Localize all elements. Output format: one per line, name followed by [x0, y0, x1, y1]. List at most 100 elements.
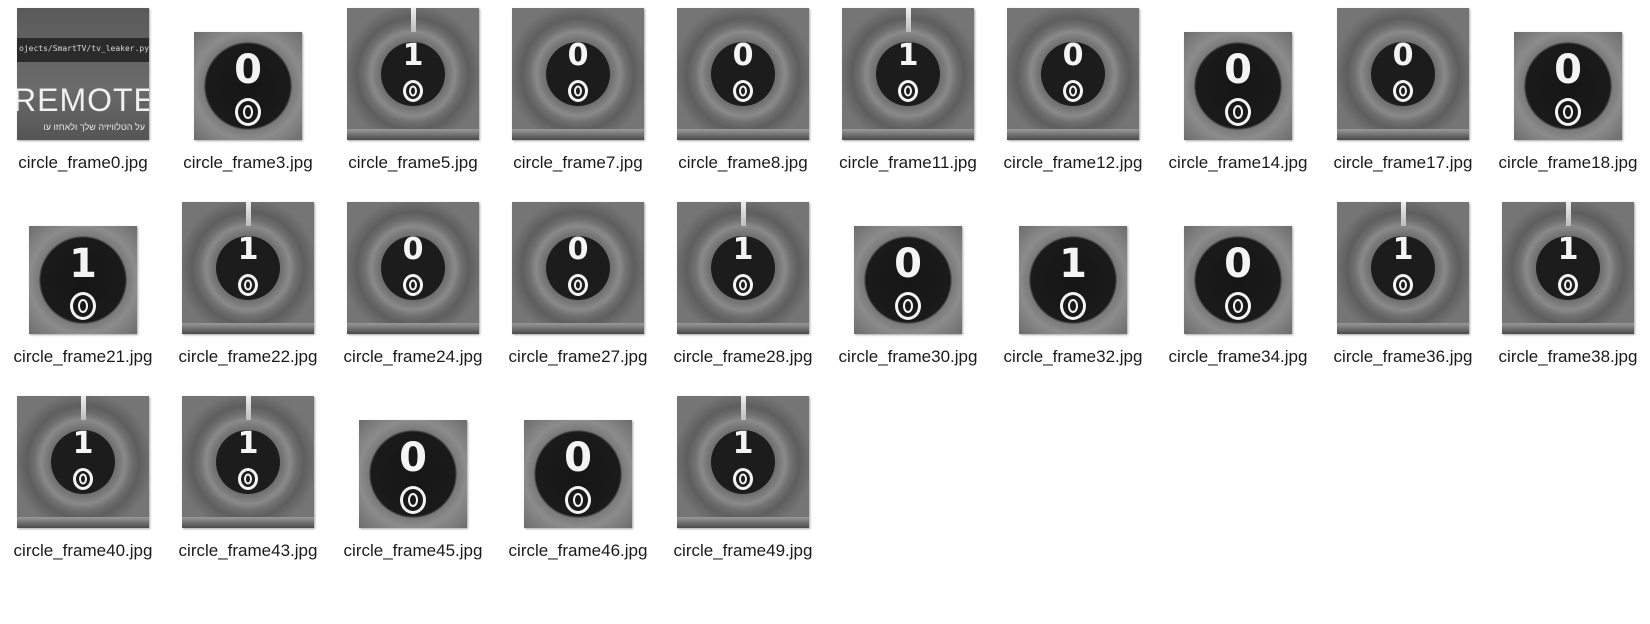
file-thumbnail: 0 — [1514, 32, 1622, 140]
file-name-label: circle_frame14.jpg — [1168, 153, 1308, 172]
remote-heading-text: REMOTE A — [17, 82, 149, 118]
thumbnail-frame: 1 — [168, 194, 328, 334]
spiral-icon — [73, 468, 93, 490]
dial-ring — [182, 396, 314, 528]
thumbnail-frame: 1 — [993, 194, 1153, 334]
file-name-label: circle_frame22.jpg — [178, 347, 318, 366]
file-thumbnail: 0 — [1337, 8, 1469, 140]
dial-base — [512, 323, 644, 334]
dial-base — [512, 129, 644, 140]
thumbnail-frame: 0 — [828, 194, 988, 334]
spiral-icon — [1225, 292, 1251, 320]
dial-digit: 1 — [402, 38, 424, 73]
spiral-icon — [403, 274, 423, 296]
thumbnail-frame: 0 — [1488, 0, 1648, 140]
spiral-icon — [565, 486, 591, 514]
dial-digit: 0 — [1224, 241, 1252, 287]
spiral-icon — [898, 80, 918, 102]
file-name-label: circle_frame27.jpg — [508, 347, 648, 366]
file-thumbnail: 1 — [677, 396, 809, 528]
file-item[interactable]: 0 circle_frame46.jpg — [498, 388, 658, 564]
file-item[interactable]: 1 circle_frame49.jpg — [663, 388, 823, 564]
file-item[interactable]: 0 circle_frame8.jpg — [663, 0, 823, 176]
file-name-label: circle_frame46.jpg — [508, 541, 648, 560]
file-item[interactable]: 0 circle_frame34.jpg — [1158, 194, 1318, 370]
file-item[interactable]: 0 circle_frame7.jpg — [498, 0, 658, 176]
dial-ring — [677, 202, 809, 334]
file-thumbnail: 0 — [194, 32, 302, 140]
dial-notch — [741, 202, 746, 226]
file-name-label: circle_frame18.jpg — [1498, 153, 1638, 172]
file-name-label: circle_frame12.jpg — [1003, 153, 1143, 172]
thumbnail-frame: 0 — [498, 388, 658, 528]
file-thumbnail: 0 — [347, 202, 479, 334]
thumbnail-frame: 1 — [168, 388, 328, 528]
dial-notch — [411, 8, 416, 32]
dial-notch — [246, 396, 251, 420]
dial-ring — [1337, 202, 1469, 334]
file-item[interactable]: 0 circle_frame27.jpg — [498, 194, 658, 370]
file-item[interactable]: 1 circle_frame11.jpg — [828, 0, 988, 176]
spiral-icon — [1393, 80, 1413, 102]
file-thumbnail: 1 — [347, 8, 479, 140]
dial-base — [1502, 323, 1634, 334]
dial-base — [1337, 129, 1469, 140]
file-item[interactable]: 1 circle_frame32.jpg — [993, 194, 1153, 370]
thumbnail-frame: 1 — [3, 194, 163, 334]
thumbnail-frame: 0 — [498, 0, 658, 140]
file-item[interactable]: 1 circle_frame21.jpg — [3, 194, 163, 370]
file-item[interactable]: 1 circle_frame5.jpg — [333, 0, 493, 176]
file-thumbnail: 0 — [1184, 32, 1292, 140]
thumbnail-frame: 0 — [993, 0, 1153, 140]
thumbnail-frame: 1 — [333, 0, 493, 140]
dial-ring — [17, 396, 149, 528]
file-name-label: circle_frame45.jpg — [343, 541, 483, 560]
file-item[interactable]: 1 circle_frame28.jpg — [663, 194, 823, 370]
thumbnail-frame: 1 — [663, 388, 823, 528]
file-item[interactable]: 0 circle_frame17.jpg — [1323, 0, 1483, 176]
file-thumbnail: 1 — [842, 8, 974, 140]
file-name-label: circle_frame5.jpg — [348, 153, 478, 172]
spiral-icon — [238, 274, 258, 296]
script-path-text: ojects/SmartTV/tv_leaker.py — [19, 44, 149, 53]
file-item[interactable]: 1 circle_frame22.jpg — [168, 194, 328, 370]
file-item[interactable]: 0 circle_frame14.jpg — [1158, 0, 1318, 176]
spiral-icon — [400, 486, 426, 514]
spiral-icon — [568, 274, 588, 296]
file-item[interactable]: 0 circle_frame12.jpg — [993, 0, 1153, 176]
thumbnail-frame: 0 — [498, 194, 658, 334]
file-thumbnail: 1 — [182, 396, 314, 528]
file-thumbnail: 0 — [1007, 8, 1139, 140]
dial-base — [347, 323, 479, 334]
dial-ring — [347, 8, 479, 140]
dial-digit: 0 — [402, 232, 424, 267]
file-grid: ojects/SmartTV/tv_leaker.py REMOTE A על הט… — [0, 0, 1650, 624]
file-item[interactable]: ojects/SmartTV/tv_leaker.py REMOTE A על הט… — [3, 0, 163, 176]
file-item[interactable]: 0 circle_frame30.jpg — [828, 194, 988, 370]
file-item[interactable]: 1 circle_frame38.jpg — [1488, 194, 1648, 370]
file-name-label: circle_frame21.jpg — [13, 347, 153, 366]
file-item[interactable]: 0 circle_frame3.jpg — [168, 0, 328, 176]
dial-ring — [1502, 202, 1634, 334]
thumbnail-frame: 0 — [1158, 0, 1318, 140]
file-item[interactable]: 0 circle_frame45.jpg — [333, 388, 493, 564]
thumbnail-frame: ojects/SmartTV/tv_leaker.py REMOTE A על הט… — [3, 0, 163, 140]
dial-digit: 0 — [1062, 38, 1084, 73]
file-item[interactable]: 0 circle_frame18.jpg — [1488, 0, 1648, 176]
file-item[interactable]: 1 circle_frame40.jpg — [3, 388, 163, 564]
dial-digit: 1 — [237, 232, 259, 267]
file-name-label: circle_frame40.jpg — [13, 541, 153, 560]
file-item[interactable]: 0 circle_frame24.jpg — [333, 194, 493, 370]
dial-base — [677, 323, 809, 334]
dial-notch — [246, 202, 251, 226]
file-item[interactable]: 1 circle_frame36.jpg — [1323, 194, 1483, 370]
spiral-icon — [1063, 80, 1083, 102]
file-thumbnail: 1 — [1502, 202, 1634, 334]
file-name-label: circle_frame17.jpg — [1333, 153, 1473, 172]
dial-digit: 1 — [1557, 232, 1579, 267]
file-name-label: circle_frame32.jpg — [1003, 347, 1143, 366]
spiral-icon — [238, 468, 258, 490]
dial-base — [677, 129, 809, 140]
file-item[interactable]: 1 circle_frame43.jpg — [168, 388, 328, 564]
dial-base — [677, 517, 809, 528]
